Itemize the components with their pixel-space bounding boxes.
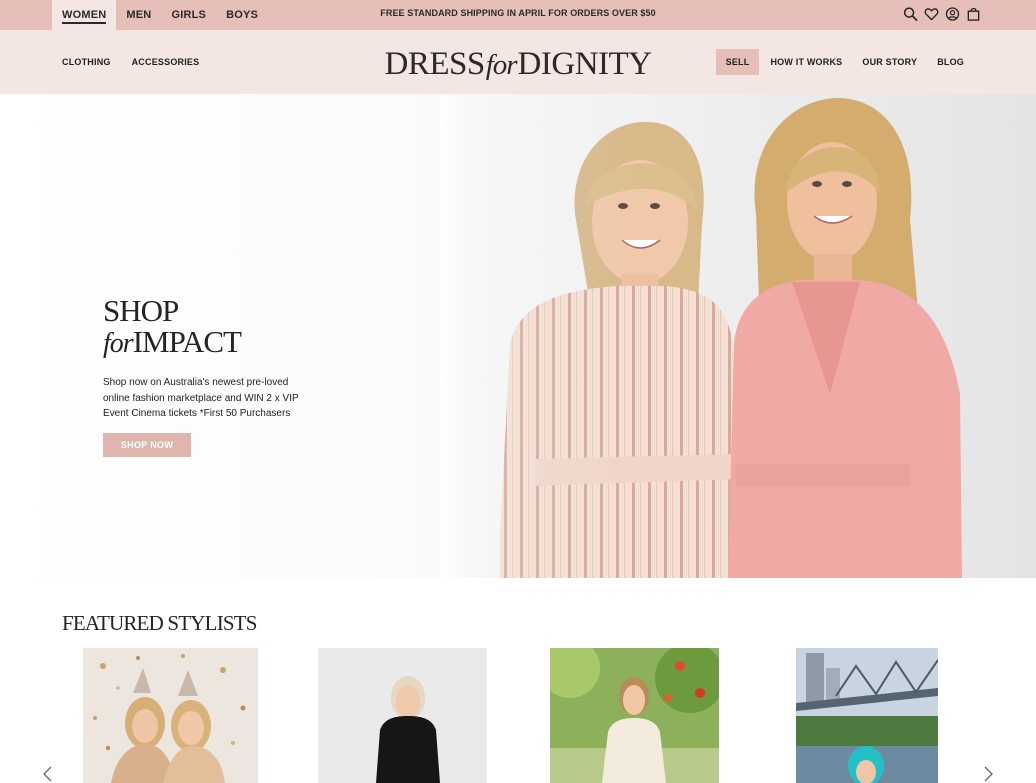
stylist-photo-1: [83, 648, 258, 783]
stylist-photo-4: [796, 648, 938, 783]
tab-men-label: MEN: [126, 9, 152, 21]
hero-title-impact: IMPACT: [132, 324, 242, 359]
stylist-card-4[interactable]: [796, 648, 938, 783]
search-icon[interactable]: [903, 6, 918, 22]
stylist-card-3[interactable]: [550, 648, 719, 783]
logo[interactable]: DRESS for DIGNITY: [360, 46, 676, 86]
hero-title: SHOP forIMPACT: [103, 293, 242, 359]
hero-copy-line3: Event Cinema tickets *First 50 Purchaser…: [103, 408, 291, 419]
top-utility-bar: WOMEN MEN GIRLS BOYS FREE STANDARD SHIPP…: [0, 0, 1036, 30]
nav-sell[interactable]: SELL: [715, 49, 760, 75]
hero-title-line2: forIMPACT: [103, 324, 242, 359]
hero-copy-line1: Shop now on Australia's newest pre-loved: [103, 377, 289, 388]
carousel-next-icon[interactable]: [982, 764, 996, 783]
hero-title-for: for: [103, 328, 134, 359]
stylist-photo-3: [550, 648, 719, 783]
nav-accessories[interactable]: ACCESSORIES: [132, 57, 200, 67]
hero-title-shop: SHOP: [103, 293, 179, 328]
stylist-photo-2: [318, 648, 487, 783]
featured-stylists-title: FEATURED STYLISTS: [62, 611, 257, 635]
heart-icon[interactable]: [924, 6, 939, 22]
account-icon[interactable]: [945, 6, 960, 22]
shop-now-button[interactable]: SHOP NOW: [103, 433, 191, 457]
tab-boys[interactable]: BOYS: [216, 0, 268, 30]
logo-dress: DRESS: [384, 46, 485, 82]
gender-tabs: WOMEN MEN GIRLS BOYS: [52, 0, 268, 30]
hero-banner: SHOP forIMPACT Shop now on Australia's n…: [0, 94, 1036, 578]
stylist-card-2[interactable]: [318, 648, 487, 783]
tab-girls-label: GIRLS: [171, 9, 207, 21]
carousel-prev-icon[interactable]: [40, 764, 54, 783]
nav-blog[interactable]: BLOG: [927, 57, 974, 67]
logo-for: for: [485, 49, 518, 81]
nav-right-group: SELL HOW IT WORKS OUR STORY BLOG: [715, 30, 974, 94]
nav-how-it-works[interactable]: HOW IT WORKS: [760, 57, 852, 67]
tab-girls[interactable]: GIRLS: [161, 0, 216, 30]
logo-dignity: DIGNITY: [517, 46, 652, 82]
nav-left-group: CLOTHING ACCESSORIES: [62, 30, 199, 94]
hero-copy: Shop now on Australia's newest pre-loved…: [103, 375, 318, 422]
main-navigation: CLOTHING ACCESSORIES DRESS for DIGNITY S…: [0, 30, 1036, 94]
utility-icons: [903, 6, 981, 22]
hero-photo: [440, 94, 962, 578]
hero-copy-line2: online fashion marketplace and WIN 2 x V…: [103, 392, 299, 404]
tab-women[interactable]: WOMEN: [52, 0, 117, 30]
nav-clothing[interactable]: CLOTHING: [62, 57, 111, 67]
bag-icon[interactable]: [966, 6, 981, 22]
stylist-card-1[interactable]: [83, 648, 258, 783]
nav-our-story[interactable]: OUR STORY: [852, 57, 927, 67]
tab-boys-label: BOYS: [226, 9, 259, 21]
tab-women-label: WOMEN: [62, 9, 107, 24]
tab-men[interactable]: MEN: [116, 0, 161, 30]
